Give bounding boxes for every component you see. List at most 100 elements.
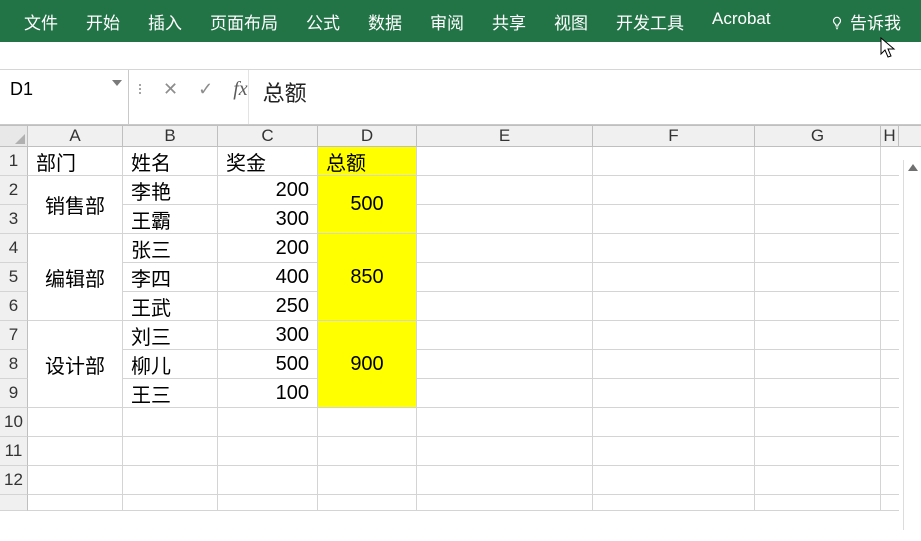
row-header-12[interactable]: 12 [0,466,28,495]
cell-G10[interactable] [755,408,881,437]
cancel-icon[interactable]: ✕ [163,79,178,100]
cell-A10[interactable] [28,408,123,437]
cell-H8[interactable] [881,350,899,379]
col-header-B[interactable]: B [123,126,218,146]
cell-G3[interactable] [755,205,881,234]
tab-review[interactable]: 审阅 [416,0,478,43]
cell-E7[interactable] [417,321,593,350]
cell-H4[interactable] [881,234,899,263]
tab-share[interactable]: 共享 [478,0,540,43]
tab-home[interactable]: 开始 [72,0,134,43]
fx-icon[interactable]: fx [233,78,247,101]
cell-E9[interactable] [417,379,593,408]
cell-F11[interactable] [593,437,755,466]
cell-E12[interactable] [417,466,593,495]
cell-H1[interactable] [881,147,899,176]
row-header-1[interactable]: 1 [0,147,28,176]
enter-icon[interactable]: ✓ [198,79,213,100]
cell-C12[interactable] [218,466,318,495]
col-header-G[interactable]: G [755,126,881,146]
cell-F7[interactable] [593,321,755,350]
cell-C11[interactable] [218,437,318,466]
cell-F2[interactable] [593,176,755,205]
cell-H6[interactable] [881,292,899,321]
cell-E4[interactable] [417,234,593,263]
tab-insert[interactable]: 插入 [134,0,196,43]
cell-A11[interactable] [28,437,123,466]
cell-F13[interactable] [593,495,755,511]
cell-H10[interactable] [881,408,899,437]
row-header-8[interactable]: 8 [0,350,28,379]
cell-B7[interactable]: 刘三 [123,321,218,350]
cell-F10[interactable] [593,408,755,437]
tell-me-search[interactable]: 告诉我 [820,0,911,43]
cell-B13[interactable] [123,495,218,511]
cell-C3[interactable]: 300 [218,205,318,234]
cell-H5[interactable] [881,263,899,292]
tab-view[interactable]: 视图 [540,0,602,43]
cell-E2[interactable] [417,176,593,205]
cell-C10[interactable] [218,408,318,437]
tab-page-layout[interactable]: 页面布局 [196,0,292,43]
cell-G7[interactable] [755,321,881,350]
row-header-4[interactable]: 4 [0,234,28,263]
cell-H11[interactable] [881,437,899,466]
row-header-7[interactable]: 7 [0,321,28,350]
col-header-C[interactable]: C [218,126,318,146]
cell-C1[interactable]: 奖金 [218,147,318,176]
cell-G13[interactable] [755,495,881,511]
cell-B8[interactable]: 柳儿 [123,350,218,379]
cell-B1[interactable]: 姓名 [123,147,218,176]
cell-E8[interactable] [417,350,593,379]
row-header-6[interactable]: 6 [0,292,28,321]
cell-H13[interactable] [881,495,899,511]
cell-E5[interactable] [417,263,593,292]
cell-H12[interactable] [881,466,899,495]
cell-F3[interactable] [593,205,755,234]
row-header-11[interactable]: 11 [0,437,28,466]
name-box-dropdown-icon[interactable] [106,74,128,86]
cell-G2[interactable] [755,176,881,205]
cell-F8[interactable] [593,350,755,379]
cell-B3[interactable]: 王霸 [123,205,218,234]
cell-C4[interactable]: 200 [218,234,318,263]
cell-B11[interactable] [123,437,218,466]
cell-G8[interactable] [755,350,881,379]
row-header-13-partial[interactable] [0,495,28,511]
formula-input[interactable]: 总额 [248,70,921,124]
cell-C2[interactable]: 200 [218,176,318,205]
cell-E11[interactable] [417,437,593,466]
cell-A13[interactable] [28,495,123,511]
cell-D13[interactable] [318,495,417,511]
col-header-F[interactable]: F [593,126,755,146]
cell-B2[interactable]: 李艳 [123,176,218,205]
cell-H3[interactable] [881,205,899,234]
cell-D12[interactable] [318,466,417,495]
cell-A2-3-merged[interactable]: 销售部 [28,176,123,234]
row-header-5[interactable]: 5 [0,263,28,292]
col-header-A[interactable]: A [28,126,123,146]
cell-D10[interactable] [318,408,417,437]
cell-D11[interactable] [318,437,417,466]
cell-B4[interactable]: 张三 [123,234,218,263]
cell-G1[interactable] [755,147,881,176]
cell-C7[interactable]: 300 [218,321,318,350]
cell-D1[interactable]: 总额 [318,147,417,176]
name-box[interactable]: D1 [0,74,106,104]
cell-E13[interactable] [417,495,593,511]
cell-C9[interactable]: 100 [218,379,318,408]
cell-G9[interactable] [755,379,881,408]
cell-A1[interactable]: 部门 [28,147,123,176]
vertical-scrollbar[interactable] [903,160,921,530]
cell-D2-3-merged[interactable]: 500 [318,176,417,234]
cell-E1[interactable] [417,147,593,176]
tab-formulas[interactable]: 公式 [292,0,354,43]
cell-G5[interactable] [755,263,881,292]
col-header-H[interactable]: H [881,126,899,146]
cell-G6[interactable] [755,292,881,321]
cell-C5[interactable]: 400 [218,263,318,292]
cell-D7-9-merged[interactable]: 900 [318,321,417,408]
cell-C13[interactable] [218,495,318,511]
col-header-D[interactable]: D [318,126,417,146]
row-header-10[interactable]: 10 [0,408,28,437]
